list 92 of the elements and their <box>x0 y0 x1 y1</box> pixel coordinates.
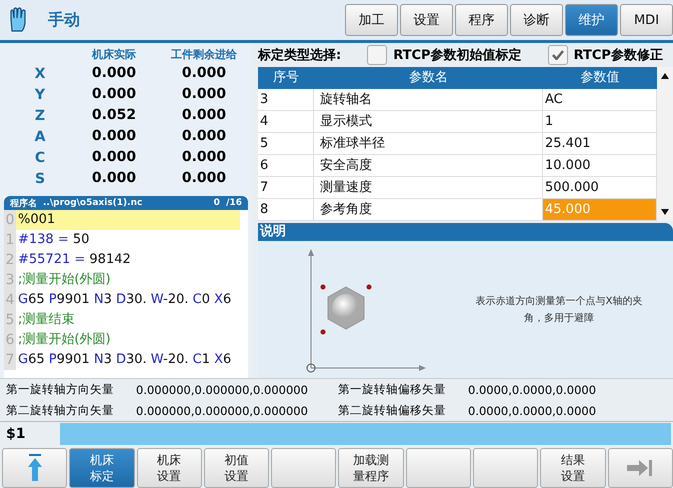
table-cell[interactable]: 1 <box>543 111 657 133</box>
line-counter: 0 /16 <box>214 198 242 208</box>
vector-value: 0.0000,0.0000,0.0000 <box>468 404 598 418</box>
checkbox-label: RTCP参数修正 <box>574 47 663 64</box>
blank-softkey[interactable] <box>406 448 472 488</box>
coordinate-value: 0.000 <box>90 169 138 188</box>
softkey[interactable]: 结果 设置 <box>540 448 606 488</box>
description-header: 说明 <box>258 223 673 241</box>
coordinate-value: 0.000 <box>180 85 228 104</box>
line-number: 7 <box>4 350 16 370</box>
mode-title: 手动 <box>48 10 81 30</box>
nav-tab[interactable]: 加工 <box>345 4 398 36</box>
vector-label: 第二旋转轴方向矢量 <box>6 403 115 418</box>
line-number: 4 <box>4 290 16 310</box>
column-header: 参数名 <box>314 67 543 89</box>
table-cell: 标准球半径 <box>314 133 543 155</box>
table-cell[interactable]: AC <box>543 89 657 111</box>
table-cell: 7 <box>258 177 314 199</box>
vector-label: 第二旋转轴偏移矢量 <box>338 403 447 418</box>
nav-tab[interactable]: MDI <box>620 4 673 36</box>
table-cell: 测量速度 <box>314 177 543 199</box>
line-number: 6 <box>4 330 16 350</box>
line-number: 1 <box>4 230 16 250</box>
hand-icon <box>8 7 28 33</box>
softkey[interactable]: 初值 设置 <box>204 448 270 488</box>
coordinate-value: 0.000 <box>180 106 228 125</box>
coordinate-value: 0.000 <box>180 64 228 83</box>
vector-value: 0.000000,0.000000,0.000000 <box>136 382 309 396</box>
table-cell: 参考角度 <box>314 199 543 221</box>
nav-tab[interactable]: 程序 <box>455 4 508 36</box>
coordinate-value: 0.000 <box>180 169 228 188</box>
table-cell: 显示模式 <box>314 111 543 133</box>
axis-label: S <box>34 170 46 186</box>
next-softkey[interactable] <box>608 448 673 488</box>
axis-label: Y <box>34 86 46 102</box>
line-number: 5 <box>4 310 16 330</box>
column-header: 参数值 <box>543 67 657 89</box>
table-cell[interactable]: 10.000 <box>543 155 657 177</box>
command-field[interactable] <box>60 423 671 445</box>
table-cell: 6 <box>258 155 314 177</box>
line-number: 3 <box>4 270 16 290</box>
table-cell: 旋转轴名 <box>314 89 543 111</box>
table-cell: 3 <box>258 89 314 111</box>
vector-label: 第一旋转轴偏移矢量 <box>338 382 447 397</box>
vector-label: 第一旋转轴方向矢量 <box>6 382 115 397</box>
calibration-label: 标定类型选择: <box>258 46 342 64</box>
vector-value: 0.0000,0.0000,0.0000 <box>468 382 598 396</box>
checkbox[interactable] <box>367 45 388 65</box>
column-header: 工件剩余进给 <box>170 47 238 62</box>
checkbox[interactable] <box>548 45 568 65</box>
coordinate-value: 0.000 <box>90 85 138 104</box>
column-header: 机床实际 <box>90 47 137 62</box>
line-number: 0 <box>4 210 16 230</box>
axis-label: A <box>34 128 46 144</box>
axis-label: C <box>34 150 46 166</box>
command-prompt: $1 <box>5 426 26 442</box>
program-label: 程序名 <box>10 197 37 210</box>
table-cell: 4 <box>258 111 314 133</box>
scroll-down-icon[interactable] <box>661 209 669 215</box>
check-icon <box>552 50 564 60</box>
nav-tab[interactable]: 诊断 <box>510 4 563 36</box>
coordinate-value: 0.000 <box>90 148 138 167</box>
coordinate-value: 0.000 <box>90 64 138 83</box>
table-cell[interactable]: 500.000 <box>543 177 657 199</box>
axis-label: X <box>34 66 46 82</box>
blank-softkey[interactable] <box>473 448 538 488</box>
scrollbar[interactable] <box>657 67 673 221</box>
blank-softkey[interactable] <box>271 448 336 488</box>
coordinate-value: 0.052 <box>90 106 138 125</box>
up-softkey[interactable] <box>2 448 68 488</box>
softkey[interactable]: 机床 标定 <box>69 448 135 488</box>
arrow-to-end-icon <box>627 460 654 476</box>
checkbox-label: RTCP参数初始值标定 <box>393 46 522 64</box>
line-number: 2 <box>4 250 16 270</box>
vector-value: 0.000000,0.000000,0.000000 <box>136 404 309 418</box>
program-path: ..\prog\o5axis(1).nc <box>43 198 144 208</box>
softkey[interactable]: 加载测 量程序 <box>338 448 404 488</box>
coordinate-value: 0.000 <box>180 148 228 167</box>
table-cell[interactable]: 25.401 <box>543 133 657 155</box>
nav-tab[interactable]: 设置 <box>400 4 453 36</box>
description-text: 表示赤道方向测量第一个点与X轴的夹角，多用于避障 <box>474 294 644 326</box>
column-header: 序号 <box>258 67 314 89</box>
up-arrow-icon <box>26 454 43 482</box>
table-cell: 5 <box>258 133 314 155</box>
scroll-up-icon[interactable] <box>661 73 669 79</box>
coordinate-value: 0.000 <box>90 127 138 146</box>
softkey[interactable]: 机床 设置 <box>136 448 202 488</box>
coordinate-value: 0.000 <box>180 127 228 146</box>
nav-tab[interactable]: 维护 <box>565 4 618 36</box>
axis-label: Z <box>34 108 46 124</box>
table-cell: 8 <box>258 199 314 221</box>
table-cell: 安全高度 <box>314 155 543 177</box>
